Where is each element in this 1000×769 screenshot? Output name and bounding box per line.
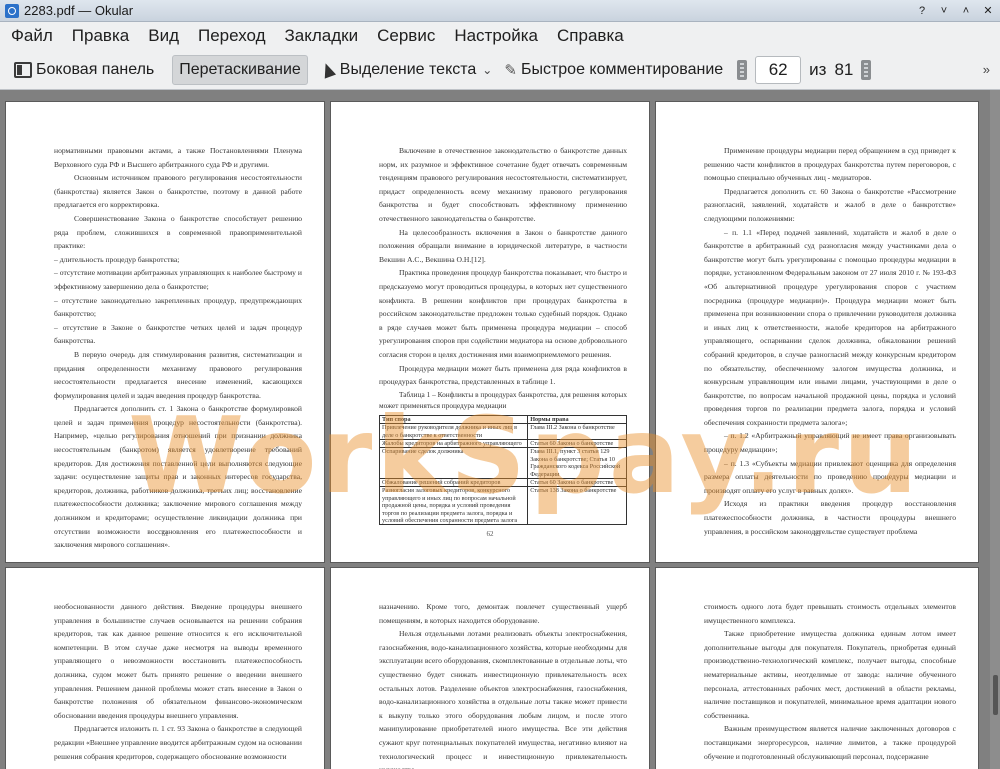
paragraph: Процедура медиации может быть применена … — [379, 363, 627, 387]
quick-annotations-button[interactable]: ✎ Быстрое комментирование — [498, 55, 729, 85]
scrollbar-thumb[interactable] — [993, 675, 998, 715]
paragraph: Предлагается дополнить ст. 60 Закона о б… — [704, 186, 956, 223]
toolbar: Боковая панель Перетаскивание Выделение … — [0, 50, 1000, 90]
page-of-label: из — [809, 59, 827, 79]
paragraph: назначению. Кроме того, демонтаж повлече… — [379, 602, 627, 625]
table-row: Разногласия залоговых кредиторов, конкур… — [378, 486, 627, 526]
text-cursor-icon — [319, 60, 336, 79]
table-cell: Статья 60 Закона о банкротстве — [527, 477, 627, 488]
paragraph: На целесообразность включения в Закон о … — [379, 227, 627, 264]
vertical-scrollbar[interactable] — [990, 90, 1000, 769]
list-item: – отсутствие мотивации арбитражных управ… — [54, 268, 302, 291]
paragraph: Также приобретение имущества должника ед… — [704, 629, 956, 720]
table-header: Тип спора — [378, 414, 529, 425]
menu-view[interactable]: Вид — [140, 26, 187, 46]
sidebar-toggle-button[interactable]: Боковая панель — [8, 55, 160, 85]
paragraph: нормативными правовыми актами, а также П… — [54, 146, 302, 169]
table-cell: Оспаривание сделок должника — [378, 447, 529, 479]
paragraph: Нельзя отдельными лотами реализовать объ… — [379, 629, 627, 769]
paragraph: Совершенствование Закона о банкротстве с… — [54, 213, 302, 251]
page-text: нормативными правовыми актами, а также П… — [54, 144, 302, 552]
menu-help[interactable]: Справка — [549, 26, 632, 46]
menu-bookmarks[interactable]: Закладки — [277, 26, 367, 46]
total-pages: 81 — [834, 59, 854, 79]
menu-file[interactable]: Файл — [3, 26, 61, 46]
table-row: Оспаривание сделок должника Глава III.1,… — [378, 447, 627, 479]
paragraph: В первую очередь для стимулирования разв… — [54, 349, 302, 400]
table-cell: Привлечение руководителя должника и иных… — [378, 423, 529, 440]
table-cell: Глава III.2 Закона о банкротстве — [527, 423, 627, 440]
page-up-icon[interactable] — [737, 59, 748, 80]
page-down-icon[interactable] — [861, 59, 872, 80]
paragraph: Основным источником правового регулирова… — [54, 173, 302, 210]
list-item: – длительность процедур банкротства; — [54, 254, 180, 264]
table-header-row: Тип спора Нормы права — [378, 414, 627, 425]
page-number-input[interactable] — [755, 55, 802, 84]
menu-edit[interactable]: Правка — [64, 26, 137, 46]
page-61: нормативными правовыми актами, а также П… — [6, 102, 324, 562]
okular-app-icon — [5, 3, 19, 18]
page-text: необоснованности данного действия. Введе… — [54, 600, 302, 763]
paragraph: необоснованности данного действия. Введе… — [54, 602, 302, 720]
table-cell: Обжалование решений собраний кредиторов — [378, 477, 529, 488]
minimize-button[interactable]: ˅ — [936, 3, 952, 19]
table-cell: Разногласия залоговых кредиторов, конкур… — [378, 486, 529, 526]
list-item: – отсутствие законодательно закрепленных… — [54, 295, 302, 319]
table-row: Обжалование решений собраний кредиторов … — [378, 477, 627, 488]
drag-mode-button[interactable]: Перетаскивание — [172, 54, 308, 85]
page-64: необоснованности данного действия. Введе… — [6, 568, 324, 769]
paragraph: стоимость одного лота будет превышать ст… — [704, 602, 956, 625]
table-cell: Глава III.1, пункт 3 статьи 129 Закона о… — [527, 447, 627, 479]
text-selection-button[interactable]: Выделение текста ⌄ — [316, 55, 499, 85]
chevron-down-icon[interactable]: ⌄ — [482, 63, 492, 77]
window-title: 2283.pdf — Okular — [24, 3, 134, 18]
sidebar-icon — [14, 61, 32, 78]
quick-annotations-label: Быстрое комментирование — [520, 60, 724, 78]
menu-bar: Файл Правка Вид Переход Закладки Сервис … — [0, 22, 1000, 50]
help-button[interactable]: ? — [914, 3, 930, 19]
window-controls: ? ˅ ˄ ✕ — [914, 3, 996, 19]
table-cell: Статья 60 Закона о банкротстве — [527, 438, 627, 449]
page-66: стоимость одного лота будет превышать ст… — [656, 568, 978, 769]
page-text: Включение в отечественное законодательст… — [378, 144, 627, 526]
table-header: Нормы права — [527, 414, 627, 425]
paragraph: Включение в отечественное законодательст… — [379, 146, 627, 223]
conflicts-table: Тип спора Нормы права Привлечение руково… — [378, 414, 627, 526]
title-bar: 2283.pdf — Okular ? ˅ ˄ ✕ — [0, 0, 1000, 22]
table-cell: Жалобы кредиторов на арбитражного управл… — [378, 438, 529, 449]
page-65: назначению. Кроме того, демонтаж повлече… — [331, 568, 649, 769]
list-item: – отсутствие в Законе о банкротстве четк… — [54, 322, 302, 346]
table-cell: Статья 138 Закона о банкротстве — [527, 486, 627, 526]
drag-mode-label: Перетаскивание — [179, 60, 301, 78]
menu-tools[interactable]: Сервис — [369, 26, 443, 46]
page-63: Применение процедуры медиации перед обра… — [656, 102, 978, 562]
page-text: Применение процедуры медиации перед обра… — [704, 144, 956, 538]
paragraph: Важным преимуществом является наличие за… — [704, 724, 956, 761]
page-number: 63 — [813, 530, 821, 538]
text-selection-label: Выделение текста — [339, 60, 477, 78]
table-row: Привлечение руководителя должника и иных… — [378, 423, 627, 440]
pen-icon: ✎ — [504, 61, 517, 79]
table-caption: Таблица 1 – Конфликты в процедурах банкр… — [379, 389, 627, 410]
document-view[interactable]: нормативными правовыми актами, а также П… — [0, 90, 1000, 769]
menu-go[interactable]: Переход — [190, 26, 274, 46]
paragraph: Предлагается изложить п. 1 ст. 93 Закона… — [54, 724, 302, 761]
page-62: Включение в отечественное законодательст… — [331, 102, 649, 562]
toolbar-overflow-icon[interactable]: » — [983, 62, 990, 77]
list-item: – п. 1.1 «Перед подачей заявлений, ходат… — [704, 227, 956, 427]
list-item: – п. 1.3 «Субъекты медиации привлекают о… — [704, 458, 956, 495]
maximize-button[interactable]: ˄ — [958, 3, 974, 19]
paragraph: Применение процедуры медиации перед обра… — [704, 146, 956, 183]
page-text: назначению. Кроме того, демонтаж повлече… — [379, 600, 627, 769]
page-number: 61 — [161, 530, 169, 538]
list-item: – п. 1.2 «Арбитражный управляющий не име… — [704, 431, 956, 455]
table-row: Жалобы кредиторов на арбитражного управл… — [378, 438, 627, 449]
sidebar-toggle-label: Боковая панель — [36, 60, 155, 78]
close-button[interactable]: ✕ — [980, 3, 996, 19]
paragraph: Практика проведения процедур банкротства… — [379, 268, 627, 359]
page-number: 62 — [486, 530, 494, 538]
menu-settings[interactable]: Настройка — [446, 26, 546, 46]
page-text: стоимость одного лота будет превышать ст… — [704, 600, 956, 763]
